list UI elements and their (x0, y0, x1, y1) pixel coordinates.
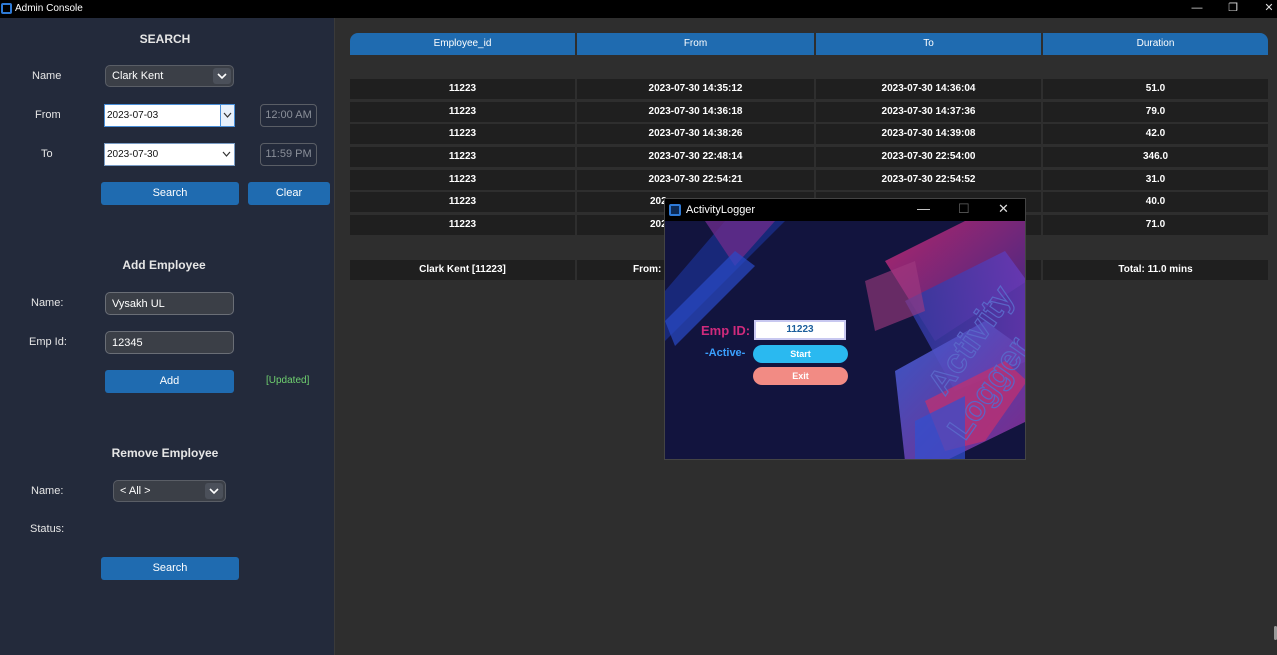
restore-button[interactable]: ❐ (1213, 0, 1253, 18)
cell-employee-id: 11223 (350, 124, 575, 144)
add-name-label: Name: (31, 297, 64, 309)
search-heading: SEARCH (139, 32, 191, 46)
window-title: Admin Console (15, 3, 83, 14)
column-header-to[interactable]: To (816, 33, 1041, 55)
column-header-employee-id[interactable]: Employee_id (350, 33, 575, 55)
cell-from: 2023-07-30 22:54:21 (577, 170, 814, 190)
cell-employee-id: 11223 (350, 192, 575, 212)
remove-status-label: Status: (30, 523, 65, 535)
column-header-from[interactable]: From (577, 33, 814, 55)
sidebar: SEARCH Name Clark Kent From 2023-07-03 1… (0, 18, 334, 655)
popup-maximize-button[interactable]: ☐ (958, 201, 970, 217)
to-date-picker[interactable]: 2023-07-30 (104, 143, 235, 166)
popup-active-status: -Active- (705, 347, 746, 359)
table-row[interactable]: 11223 2023-07-30 14:36:18 2023-07-30 14:… (350, 102, 1268, 122)
search-button[interactable]: Search (101, 182, 239, 205)
cell-employee-id: 11223 (350, 215, 575, 235)
abstract-background-graphic: Activity Logger (665, 221, 1025, 459)
remove-search-button[interactable]: Search (101, 557, 239, 580)
table-row[interactable]: 11223 2023-07-30 14:38:26 2023-07-30 14:… (350, 124, 1268, 144)
app-icon (669, 204, 681, 216)
summary-total: Total: 11.0 mins (1043, 260, 1268, 280)
add-button[interactable]: Add (105, 370, 234, 393)
cell-from: 2023-07-30 14:35:12 (577, 79, 814, 99)
close-button[interactable]: ✕ (1249, 0, 1277, 18)
remove-name-dropdown[interactable]: < All > (113, 480, 226, 502)
popup-start-button[interactable]: Start (753, 345, 848, 363)
cell-from: 2023-07-30 14:38:26 (577, 124, 814, 144)
clear-button[interactable]: Clear (248, 182, 330, 205)
cell-to: 2023-07-30 14:39:08 (816, 124, 1041, 144)
popup-title: ActivityLogger (686, 204, 756, 216)
cell-employee-id: 11223 (350, 102, 575, 122)
cell-duration: 31.0 (1043, 170, 1268, 190)
to-time-field[interactable]: 11:59 PM (260, 143, 317, 166)
add-empid-label: Emp Id: (29, 336, 67, 348)
cell-to: 2023-07-30 14:37:36 (816, 102, 1041, 122)
add-employee-heading: Add Employee (122, 258, 206, 272)
remove-name-value: < All > (120, 485, 151, 497)
cell-duration: 71.0 (1043, 215, 1268, 235)
cell-employee-id: 11223 (350, 170, 575, 190)
cell-to: 2023-07-30 14:36:04 (816, 79, 1041, 99)
remove-employee-heading: Remove Employee (111, 446, 219, 460)
popup-background: Activity Logger Emp ID: 11223 -Active- S… (665, 221, 1025, 459)
remove-name-label: Name: (31, 485, 64, 497)
cell-from: 2023-07-30 14:36:18 (577, 102, 814, 122)
table-row[interactable]: 11223 2023-07-30 14:35:12 2023-07-30 14:… (350, 79, 1268, 99)
cell-duration: 79.0 (1043, 102, 1268, 122)
cell-to: 2023-07-30 22:54:00 (816, 147, 1041, 167)
cell-duration: 40.0 (1043, 192, 1268, 212)
popup-minimize-button[interactable]: — (917, 201, 930, 216)
search-name-label: Name (32, 70, 62, 82)
summary-employee: Clark Kent [11223] (350, 260, 575, 280)
cell-duration: 346.0 (1043, 147, 1268, 167)
cell-employee-id: 11223 (350, 147, 575, 167)
to-label: To (41, 148, 53, 160)
activity-logger-window[interactable]: ActivityLogger — ☐ ✕ Activity Logger Emp… (664, 198, 1026, 460)
chevron-down-icon[interactable] (205, 483, 223, 499)
app-icon (1, 3, 12, 14)
from-label: From (35, 109, 61, 121)
cell-to: 2023-07-30 22:54:52 (816, 170, 1041, 190)
from-date-picker[interactable]: 2023-07-03 (104, 104, 235, 127)
column-header-duration[interactable]: Duration (1043, 33, 1268, 55)
table-row[interactable]: 11223 2023-07-30 22:48:14 2023-07-30 22:… (350, 147, 1268, 167)
table-header: Employee_id From To Duration (350, 33, 1268, 55)
from-date-value: 2023-07-03 (107, 110, 159, 121)
chevron-down-icon[interactable] (213, 68, 231, 84)
add-empid-input[interactable]: 12345 (105, 331, 234, 354)
from-time-field[interactable]: 12:00 AM (260, 104, 317, 127)
cell-duration: 42.0 (1043, 124, 1268, 144)
popup-title-bar[interactable]: ActivityLogger — ☐ ✕ (665, 199, 1025, 221)
popup-exit-button[interactable]: Exit (753, 367, 848, 385)
title-bar: Admin Console — ❐ ✕ (0, 0, 1277, 18)
popup-emp-id-label: Emp ID: (701, 323, 751, 338)
popup-emp-id-input[interactable]: 11223 (754, 320, 846, 340)
chevron-down-icon[interactable] (220, 105, 234, 126)
add-name-value: Vysakh UL (112, 298, 165, 310)
search-name-dropdown[interactable]: Clark Kent (105, 65, 234, 87)
popup-close-button[interactable]: ✕ (998, 201, 1009, 217)
minimize-button[interactable]: — (1177, 0, 1217, 18)
add-name-input[interactable]: Vysakh UL (105, 292, 234, 315)
cell-from: 2023-07-30 22:48:14 (577, 147, 814, 167)
cell-employee-id: 11223 (350, 79, 575, 99)
to-date-value: 2023-07-30 (107, 149, 159, 160)
chevron-down-icon[interactable] (220, 144, 234, 165)
add-empid-value: 12345 (112, 337, 143, 349)
table-row[interactable]: 11223 2023-07-30 22:54:21 2023-07-30 22:… (350, 170, 1268, 190)
cell-duration: 51.0 (1043, 79, 1268, 99)
add-status-text: [Updated] (266, 375, 310, 386)
search-name-value: Clark Kent (112, 70, 164, 82)
